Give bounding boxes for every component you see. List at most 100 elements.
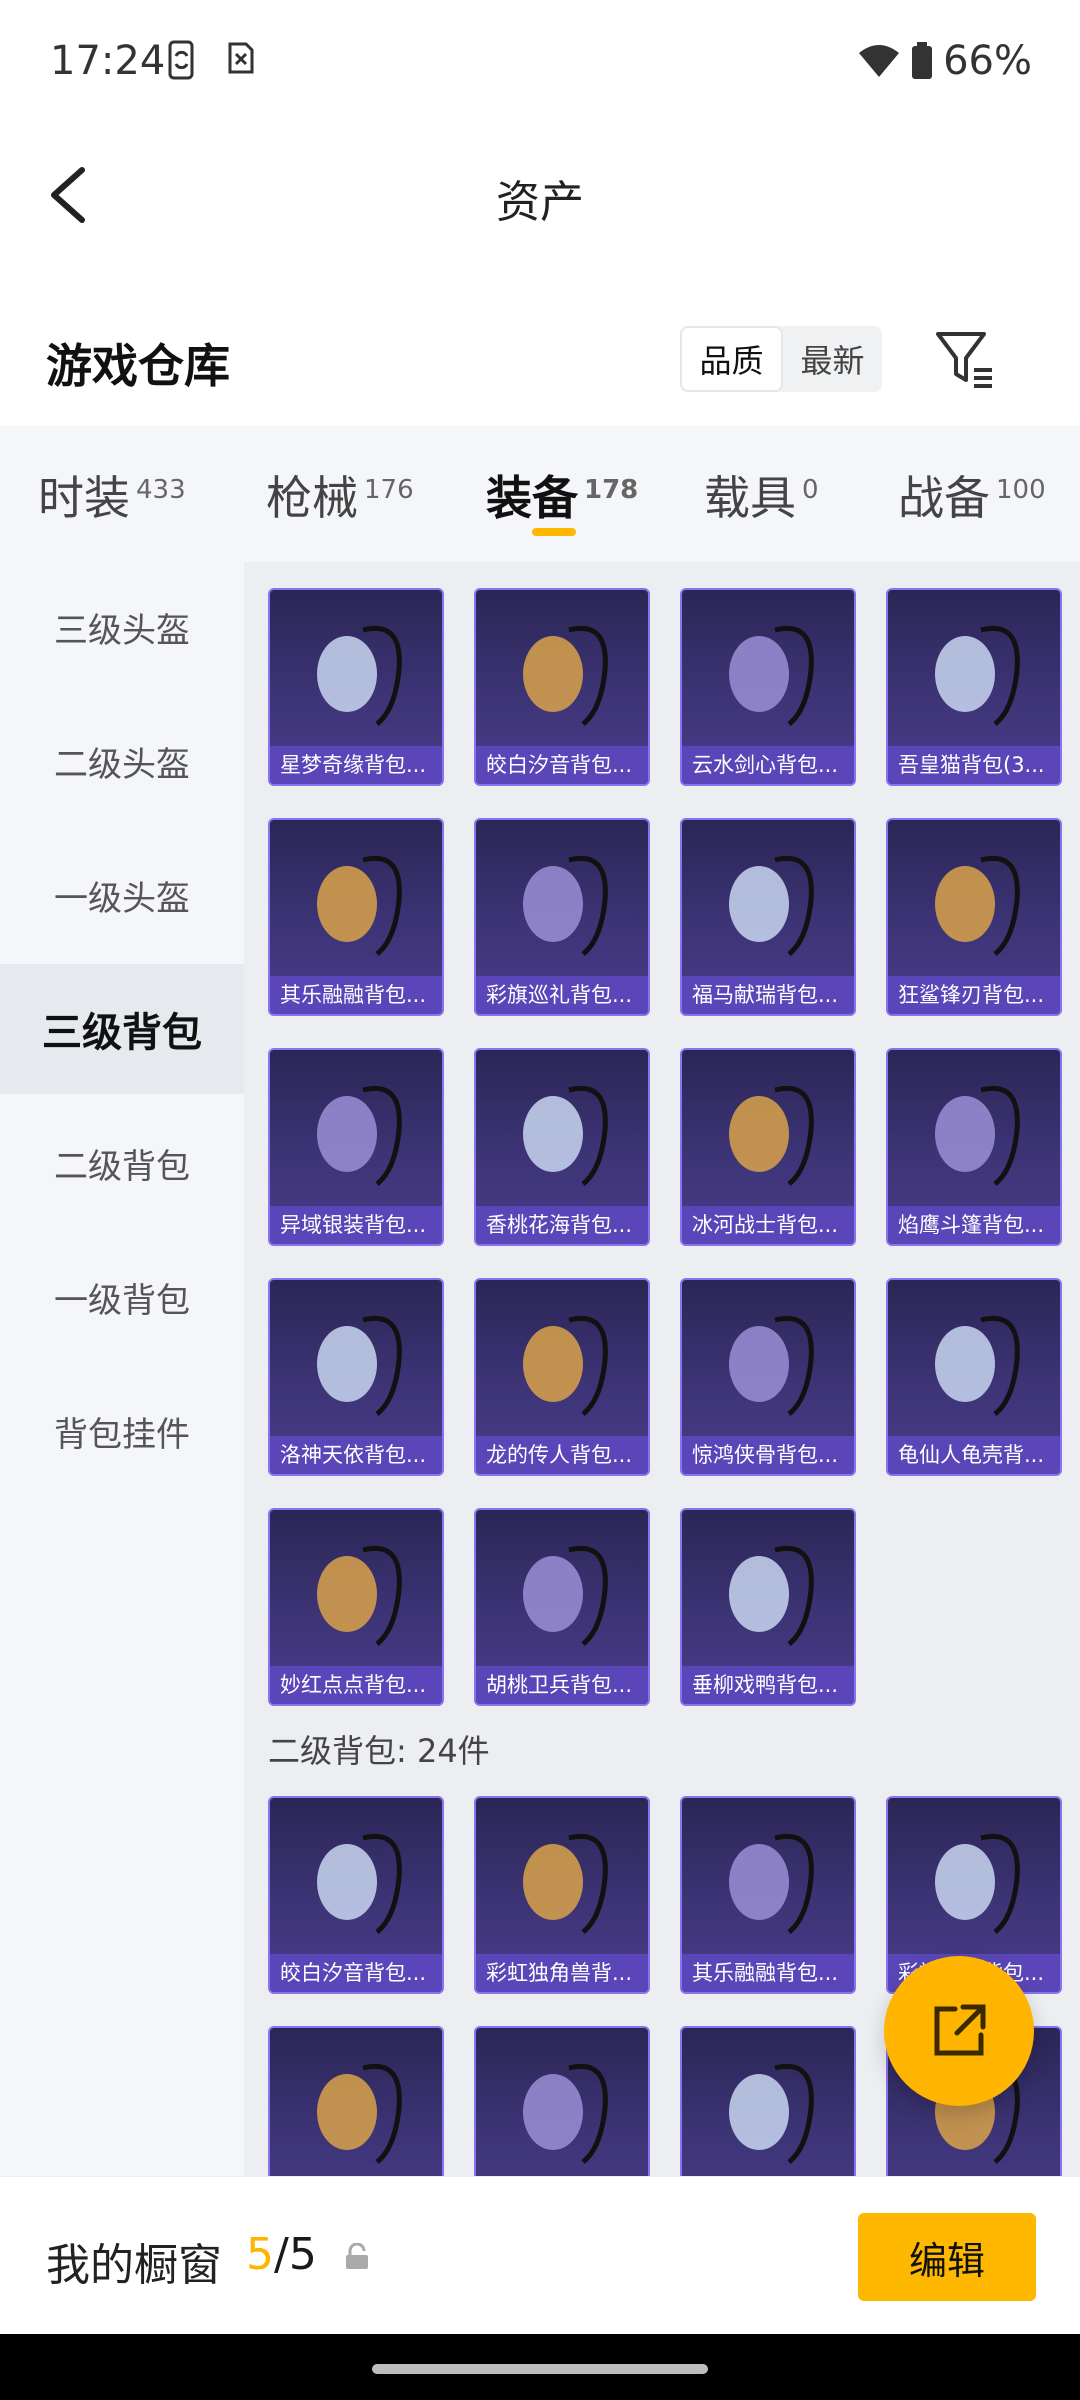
sort-quality-button[interactable]: 品质 xyxy=(680,326,783,392)
item-card[interactable]: 龟仙人龟壳背... xyxy=(886,1278,1062,1476)
backpack-item-icon xyxy=(523,1316,608,1416)
item-name: 龟仙人龟壳背... xyxy=(888,1436,1060,1474)
filter-icon[interactable] xyxy=(930,324,1000,394)
warehouse-title: 游戏仓库 xyxy=(46,339,230,393)
edit-button[interactable]: 编辑 xyxy=(858,2213,1036,2301)
system-nav-bar xyxy=(0,2334,1080,2400)
item-card[interactable]: 吾皇猫背包(3... xyxy=(886,588,1062,786)
item-card[interactable]: 皎白汐音背包... xyxy=(268,1796,444,1994)
home-gesture-handle[interactable] xyxy=(372,2364,708,2374)
item-name: 狂鲨锋刃背包... xyxy=(888,976,1060,1014)
backpack-item-icon xyxy=(523,1086,608,1186)
item-card[interactable]: 洛神天依背包... xyxy=(268,1278,444,1476)
page-title: 资产 xyxy=(496,177,584,228)
item-card[interactable]: 胡桃卫兵背包... xyxy=(474,1508,650,1706)
tab-supplies[interactable]: 战备 100 xyxy=(898,462,1046,528)
item-name: 其乐融融背包... xyxy=(270,976,442,1014)
item-name: 吾皇猫背包(3... xyxy=(888,746,1060,784)
backpack-item-icon xyxy=(317,626,402,726)
backpack-item-icon xyxy=(729,2064,814,2164)
backpack-item-icon xyxy=(317,2064,402,2164)
sidebar-item-backpack-lv3[interactable]: 三级背包 xyxy=(0,964,244,1094)
backpack-item-icon xyxy=(729,626,814,726)
item-card[interactable]: 彩旗巡礼背包... xyxy=(474,818,650,1016)
tab-equipment[interactable]: 装备 178 xyxy=(486,462,638,528)
sidebar-item-backpack-pendant[interactable]: 背包挂件 xyxy=(0,1366,244,1496)
item-name: 彩旗巡礼背包... xyxy=(476,976,648,1014)
backpack-item-icon xyxy=(317,1316,402,1416)
section-label-level2: 二级背包: 24件 xyxy=(268,1732,490,1770)
tab-vehicles[interactable]: 载具 0 xyxy=(704,462,819,528)
backpack-item-icon xyxy=(523,1834,608,1934)
item-card[interactable]: 福马献瑞背包... xyxy=(680,818,856,1016)
backpack-item-icon xyxy=(729,1834,814,1934)
sidebar-item-helmet-lv2[interactable]: 二级头盔 xyxy=(0,696,244,826)
sort-toggle: 品质 最新 xyxy=(680,326,882,392)
status-bar: 17:24 66% xyxy=(0,0,1080,120)
item-card[interactable]: 星梦奇缘背包... xyxy=(268,588,444,786)
backpack-item-icon xyxy=(317,1834,402,1934)
backpack-item-icon xyxy=(317,1086,402,1186)
backpack-item-icon xyxy=(729,856,814,956)
item-card[interactable]: 其乐融融背包... xyxy=(680,1796,856,1994)
item-card[interactable] xyxy=(268,2026,444,2176)
sort-newest-button[interactable]: 最新 xyxy=(783,326,882,392)
phone-sync-icon xyxy=(168,40,194,80)
tab-firearms[interactable]: 枪械 176 xyxy=(266,462,414,528)
item-name: 惊鸿侠骨背包... xyxy=(682,1436,854,1474)
item-card[interactable]: 冰河战士背包... xyxy=(680,1048,856,1246)
wifi-icon xyxy=(859,45,900,77)
showcase-count: 5/5 xyxy=(246,2229,317,2280)
item-name: 彩虹独角兽背... xyxy=(476,1954,648,1992)
sim-off-icon xyxy=(228,42,254,74)
item-card[interactable]: 龙的传人背包... xyxy=(474,1278,650,1476)
backpack-item-icon xyxy=(523,1546,608,1646)
item-card[interactable]: 彩虹独角兽背... xyxy=(474,1796,650,1994)
tab-fashion[interactable]: 时装 433 xyxy=(38,462,186,528)
backpack-item-icon xyxy=(729,1086,814,1186)
sidebar-item-backpack-lv2[interactable]: 二级背包 xyxy=(0,1098,244,1228)
share-external-icon xyxy=(934,2004,986,2056)
item-card[interactable]: 香桃花海背包... xyxy=(474,1048,650,1246)
item-name: 妙红点点背包... xyxy=(270,1666,442,1704)
item-name: 洛神天依背包... xyxy=(270,1436,442,1474)
backpack-item-icon xyxy=(729,1546,814,1646)
sidebar-item-helmet-lv1[interactable]: 一级头盔 xyxy=(0,830,244,960)
status-right: 66% xyxy=(857,38,1032,84)
lock-icon xyxy=(346,2243,368,2269)
item-card[interactable]: 妙红点点背包... xyxy=(268,1508,444,1706)
item-name: 福马献瑞背包... xyxy=(682,976,854,1014)
backpack-item-icon xyxy=(935,1316,1020,1416)
share-fab-button[interactable] xyxy=(884,1956,1034,2106)
item-card[interactable] xyxy=(680,2026,856,2176)
item-card[interactable]: 其乐融融背包... xyxy=(268,818,444,1016)
backpack-item-icon xyxy=(523,856,608,956)
sidebar: 三级头盔 二级头盔 一级头盔 三级背包 二级背包 一级背包 背包挂件 xyxy=(0,562,244,2176)
backpack-item-icon xyxy=(523,2064,608,2164)
item-card[interactable]: 狂鲨锋刃背包... xyxy=(886,818,1062,1016)
status-time: 17:24 xyxy=(50,38,166,84)
backpack-item-icon xyxy=(729,1316,814,1416)
item-name: 云水剑心背包... xyxy=(682,746,854,784)
item-card[interactable]: 垂柳戏鸭背包... xyxy=(680,1508,856,1706)
top-bar: 资产 xyxy=(0,140,1080,250)
item-name: 胡桃卫兵背包... xyxy=(476,1666,648,1704)
warehouse-header: 游戏仓库 品质 最新 xyxy=(0,300,1080,420)
battery-percent: 66% xyxy=(943,38,1032,84)
item-card[interactable]: 云水剑心背包... xyxy=(680,588,856,786)
sidebar-item-backpack-lv1[interactable]: 一级背包 xyxy=(0,1232,244,1362)
backpack-item-icon xyxy=(935,1086,1020,1186)
item-name: 冰河战士背包... xyxy=(682,1206,854,1244)
backpack-item-icon xyxy=(935,1834,1020,1934)
backpack-item-icon xyxy=(317,1546,402,1646)
showcase-bar: 我的橱窗 5/5 编辑 xyxy=(0,2176,1080,2335)
sidebar-item-helmet-lv3[interactable]: 三级头盔 xyxy=(0,562,244,692)
item-card[interactable]: 惊鸿侠骨背包... xyxy=(680,1278,856,1476)
item-content: 星梦奇缘背包... 皎白汐音背包... 云水剑心背包... 吾皇猫背包(3... 其乐融… xyxy=(244,562,1080,2176)
item-card[interactable] xyxy=(474,2026,650,2176)
item-card[interactable]: 焰鹰斗篷背包... xyxy=(886,1048,1062,1246)
item-name: 异域银装背包... xyxy=(270,1206,442,1244)
item-card[interactable]: 异域银装背包... xyxy=(268,1048,444,1246)
item-card[interactable]: 皎白汐音背包... xyxy=(474,588,650,786)
item-name: 龙的传人背包... xyxy=(476,1436,648,1474)
